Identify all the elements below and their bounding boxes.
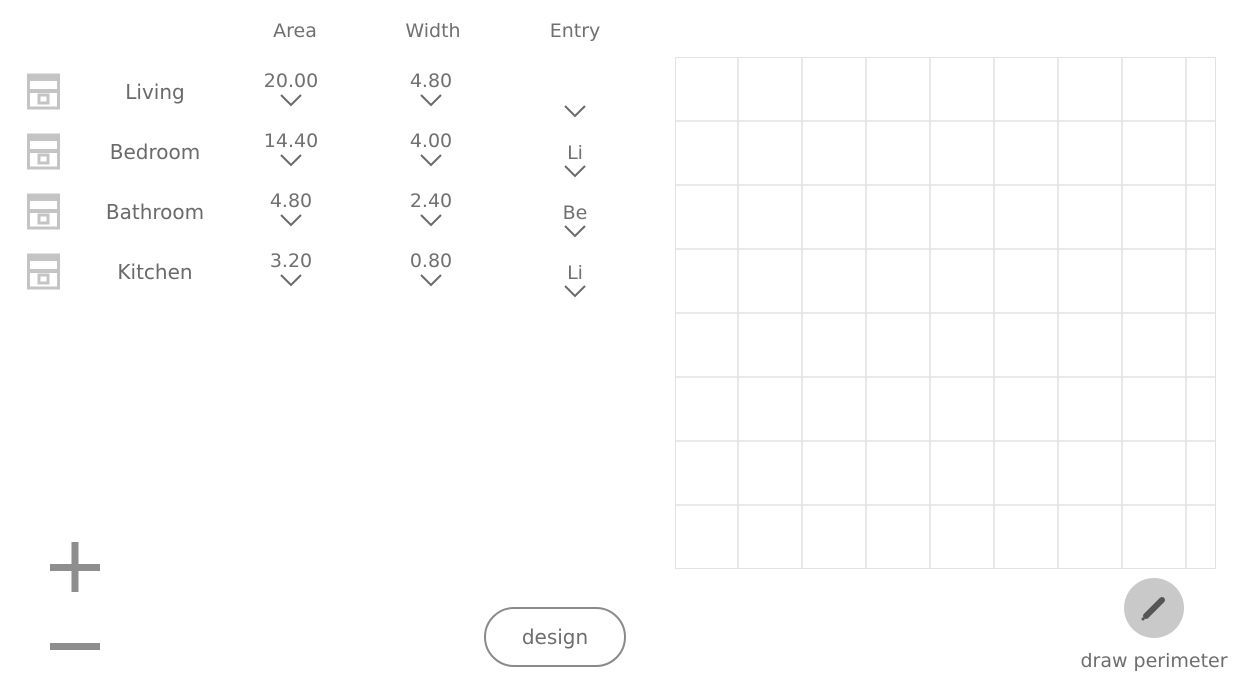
chevron-down-icon[interactable] — [563, 284, 587, 298]
chevron-down-icon[interactable] — [563, 164, 587, 178]
width-value: 4.00 — [409, 130, 453, 152]
floor-plan-grid[interactable] — [675, 57, 1216, 569]
entry-value: Be — [562, 202, 588, 224]
column-header-width: Width — [405, 20, 461, 42]
area-value: 3.20 — [269, 250, 313, 272]
chevron-down-icon[interactable] — [419, 153, 443, 167]
area-value: 14.40 — [263, 130, 319, 152]
entry-value: Li — [567, 262, 583, 284]
draw-perimeter-button[interactable] — [1124, 578, 1184, 638]
width-stepper[interactable]: 4.00 — [386, 129, 476, 167]
chevron-down-icon[interactable] — [563, 224, 587, 238]
column-header-entry: Entry — [549, 20, 601, 42]
area-stepper[interactable]: 14.40 — [246, 129, 336, 167]
width-stepper[interactable]: 4.80 — [386, 69, 476, 107]
room-icon[interactable] — [27, 192, 60, 230]
entry-select[interactable] — [545, 82, 605, 118]
room-name[interactable]: Bathroom — [85, 200, 225, 224]
chevron-down-icon[interactable] — [279, 153, 303, 167]
width-value: 4.80 — [409, 70, 453, 92]
area-stepper[interactable]: 3.20 — [246, 249, 336, 287]
area-stepper[interactable]: 20.00 — [246, 69, 336, 107]
room-icon[interactable] — [27, 72, 60, 110]
remove-room-button[interactable] — [48, 637, 102, 657]
width-value: 0.80 — [409, 250, 453, 272]
area-stepper[interactable]: 4.80 — [246, 189, 336, 227]
chevron-down-icon[interactable] — [419, 273, 443, 287]
chevron-down-icon[interactable] — [279, 213, 303, 227]
entry-select[interactable]: Li — [545, 262, 605, 298]
area-value: 4.80 — [269, 190, 313, 212]
chevron-down-icon[interactable] — [279, 93, 303, 107]
grid-lines — [676, 58, 1215, 568]
entry-select[interactable]: Li — [545, 142, 605, 178]
draw-perimeter-label: draw perimeter — [1080, 650, 1228, 672]
room-name[interactable]: Living — [85, 80, 225, 104]
column-header-area: Area — [273, 20, 317, 42]
room-row: Bathroom 4.80 2.40 Be — [0, 184, 640, 244]
plus-icon — [50, 542, 100, 592]
area-value: 20.00 — [263, 70, 319, 92]
room-name[interactable]: Bedroom — [85, 140, 225, 164]
width-value: 2.40 — [409, 190, 453, 212]
add-room-button[interactable] — [48, 542, 102, 594]
chevron-down-icon[interactable] — [279, 273, 303, 287]
entry-value — [545, 82, 605, 104]
chevron-down-icon[interactable] — [419, 93, 443, 107]
room-icon[interactable] — [27, 132, 60, 170]
pencil-icon — [1141, 597, 1165, 621]
room-row: Bedroom 14.40 4.00 Li — [0, 124, 640, 184]
design-button[interactable]: design — [484, 607, 626, 667]
room-row: Kitchen 3.20 0.80 Li — [0, 244, 640, 304]
entry-select[interactable]: Be — [545, 202, 605, 238]
entry-value: Li — [567, 142, 583, 164]
room-icon[interactable] — [27, 252, 60, 290]
chevron-down-icon[interactable] — [419, 213, 443, 227]
room-name[interactable]: Kitchen — [85, 260, 225, 284]
chevron-down-icon[interactable] — [563, 104, 587, 118]
width-stepper[interactable]: 2.40 — [386, 189, 476, 227]
width-stepper[interactable]: 0.80 — [386, 249, 476, 287]
room-row: Living 20.00 4.80 — [0, 64, 640, 124]
minus-icon — [50, 643, 100, 650]
